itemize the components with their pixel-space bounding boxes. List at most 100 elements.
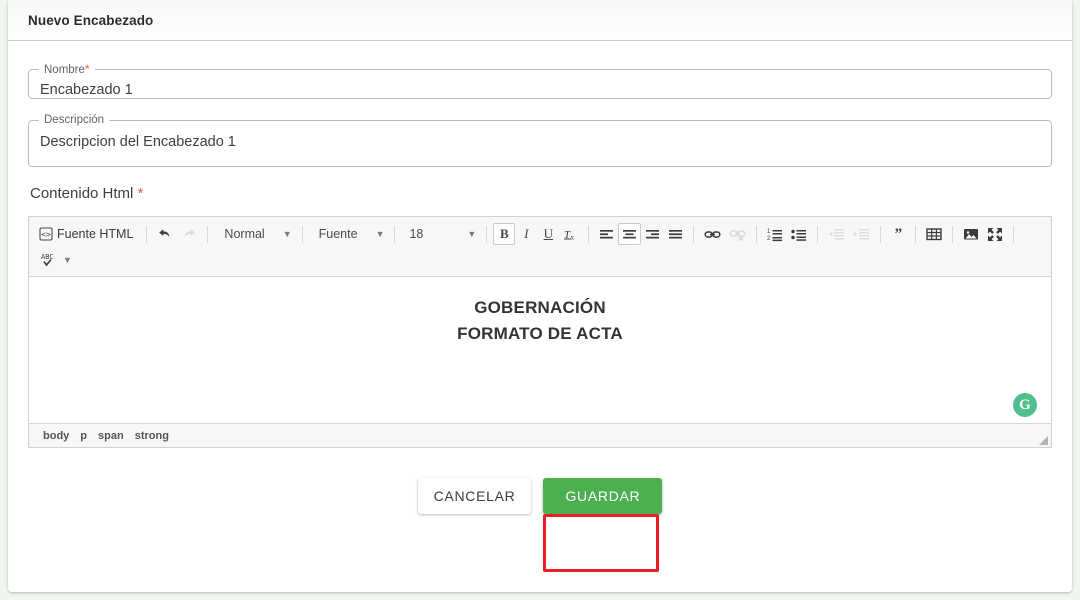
indent-icon: [853, 227, 870, 242]
italic-button[interactable]: I: [515, 223, 537, 245]
blockquote-icon: ”: [894, 225, 903, 242]
resize-grip-handle[interactable]: [1039, 436, 1048, 445]
source-button-label: Fuente HTML: [57, 227, 134, 241]
underline-button[interactable]: U: [537, 223, 559, 245]
spellcheck-button[interactable]: ABC ▼: [35, 249, 76, 271]
cancel-button[interactable]: CANCELAR: [417, 478, 532, 514]
toolbar-divider: [207, 225, 209, 243]
align-right-icon: [645, 227, 660, 242]
link-icon: [704, 227, 721, 242]
editor-text-line-1: GOBERNACIÓN: [474, 298, 606, 317]
dialog-body: Nombre* Descripción Contenido Html *: [8, 41, 1072, 514]
bold-icon: B: [499, 226, 509, 241]
table-button[interactable]: [922, 223, 946, 245]
svg-text:ABC: ABC: [41, 253, 54, 261]
dialog-actions: CANCELAR GUARDAR: [28, 478, 1052, 514]
unlink-button[interactable]: [725, 223, 750, 245]
table-icon: [926, 227, 943, 241]
bulleted-list-icon: [791, 227, 807, 242]
html-source-icon: <>: [39, 227, 53, 241]
toolbar-divider: [880, 225, 882, 243]
element-path-item[interactable]: body: [43, 430, 69, 442]
html-editor: <> Fuente HTML Normal ▼ Fuente ▼ 18 ▼ B …: [28, 216, 1052, 448]
dialog-header: Nuevo Encabezado: [8, 0, 1072, 41]
editor-element-path: body p span strong: [29, 423, 1051, 447]
editor-toolbar: <> Fuente HTML Normal ▼ Fuente ▼ 18 ▼ B …: [29, 217, 1051, 277]
toolbar-divider: [301, 225, 303, 243]
chevron-down-icon: ▼: [467, 228, 477, 239]
bold-button[interactable]: B: [493, 223, 516, 245]
align-center-icon: [622, 227, 637, 242]
underline-icon: U: [543, 226, 553, 241]
font-size-select[interactable]: 18 ▼: [401, 223, 480, 245]
contenido-html-label: Contenido Html *: [30, 185, 144, 202]
redo-button[interactable]: [177, 223, 201, 245]
element-path-item[interactable]: span: [98, 430, 124, 442]
redo-arrow-icon: [181, 226, 197, 242]
source-button[interactable]: <> Fuente HTML: [35, 223, 140, 245]
chevron-down-icon: ▼: [375, 228, 385, 239]
editor-text-line-2: FORMATO DE ACTA: [457, 324, 623, 343]
field-descripcion-label: Descripción: [44, 114, 105, 126]
link-button[interactable]: [700, 223, 725, 245]
toolbar-divider: [146, 225, 148, 243]
required-asterisk: *: [84, 62, 90, 76]
toolbar-divider: [817, 225, 819, 243]
dialog-card: Nuevo Encabezado Nombre* Descripción: [8, 0, 1072, 592]
save-button[interactable]: GUARDAR: [543, 478, 663, 514]
toolbar-divider: [486, 225, 488, 243]
field-descripcion[interactable]: Descripción: [28, 114, 1052, 167]
indent-button[interactable]: [849, 223, 874, 245]
toolbar-divider: [756, 225, 758, 243]
nombre-input[interactable]: [40, 81, 1040, 99]
align-justify-icon: [668, 227, 683, 242]
required-asterisk: *: [137, 185, 144, 202]
align-justify-button[interactable]: [664, 223, 687, 245]
element-path-item[interactable]: strong: [135, 430, 169, 442]
page-title: Nuevo Encabezado: [28, 12, 154, 28]
svg-text:<>: <>: [41, 230, 51, 239]
toolbar-divider: [693, 225, 695, 243]
font-family-select[interactable]: Fuente ▼: [309, 223, 389, 245]
image-icon: [963, 227, 979, 241]
undo-arrow-icon: [157, 226, 173, 242]
font-size-value: 18: [409, 227, 424, 241]
remove-format-button[interactable]: Tx: [559, 223, 582, 245]
paragraph-format-value: Normal: [224, 227, 265, 241]
bulleted-list-button[interactable]: [787, 223, 811, 245]
svg-text:x: x: [571, 233, 575, 241]
toolbar-divider: [394, 225, 396, 243]
svg-text:2: 2: [767, 236, 771, 242]
align-left-icon: [599, 227, 614, 242]
image-button[interactable]: [959, 223, 983, 245]
numbered-list-icon: 12: [767, 227, 783, 242]
chevron-down-icon: ▼: [63, 254, 72, 265]
toolbar-divider: [952, 225, 954, 243]
outdent-icon: [828, 227, 845, 242]
editor-content-area[interactable]: GOBERNACIÓN FORMATO DE ACTA G: [29, 277, 1051, 423]
page-root: Nuevo Encabezado Nombre* Descripción: [0, 0, 1080, 600]
align-center-button[interactable]: [618, 223, 642, 245]
maximize-button[interactable]: [983, 223, 1007, 245]
unlink-icon: [729, 227, 746, 242]
undo-button[interactable]: [153, 223, 177, 245]
paragraph-format-select[interactable]: Normal ▼: [214, 223, 295, 245]
numbered-list-button[interactable]: 12: [763, 223, 787, 245]
grammarly-badge-icon[interactable]: G: [1013, 393, 1037, 417]
chevron-down-icon: ▼: [282, 228, 292, 239]
editor-toolbar-row-1: <> Fuente HTML Normal ▼ Fuente ▼ 18 ▼ B …: [35, 221, 1045, 247]
outdent-button[interactable]: [824, 223, 849, 245]
field-nombre-label: Nombre*: [44, 62, 90, 76]
maximize-icon: [987, 227, 1003, 242]
italic-icon: I: [524, 226, 529, 241]
field-nombre[interactable]: Nombre*: [28, 63, 1052, 99]
element-path-item[interactable]: p: [80, 430, 87, 442]
font-family-value: Fuente: [318, 227, 358, 241]
toolbar-divider: [915, 225, 917, 243]
align-right-button[interactable]: [641, 223, 664, 245]
align-left-button[interactable]: [595, 223, 618, 245]
blockquote-button[interactable]: ”: [887, 223, 909, 245]
svg-text:1: 1: [767, 229, 771, 235]
remove-format-icon: Tx: [563, 227, 578, 242]
descripcion-input[interactable]: [40, 133, 1040, 151]
